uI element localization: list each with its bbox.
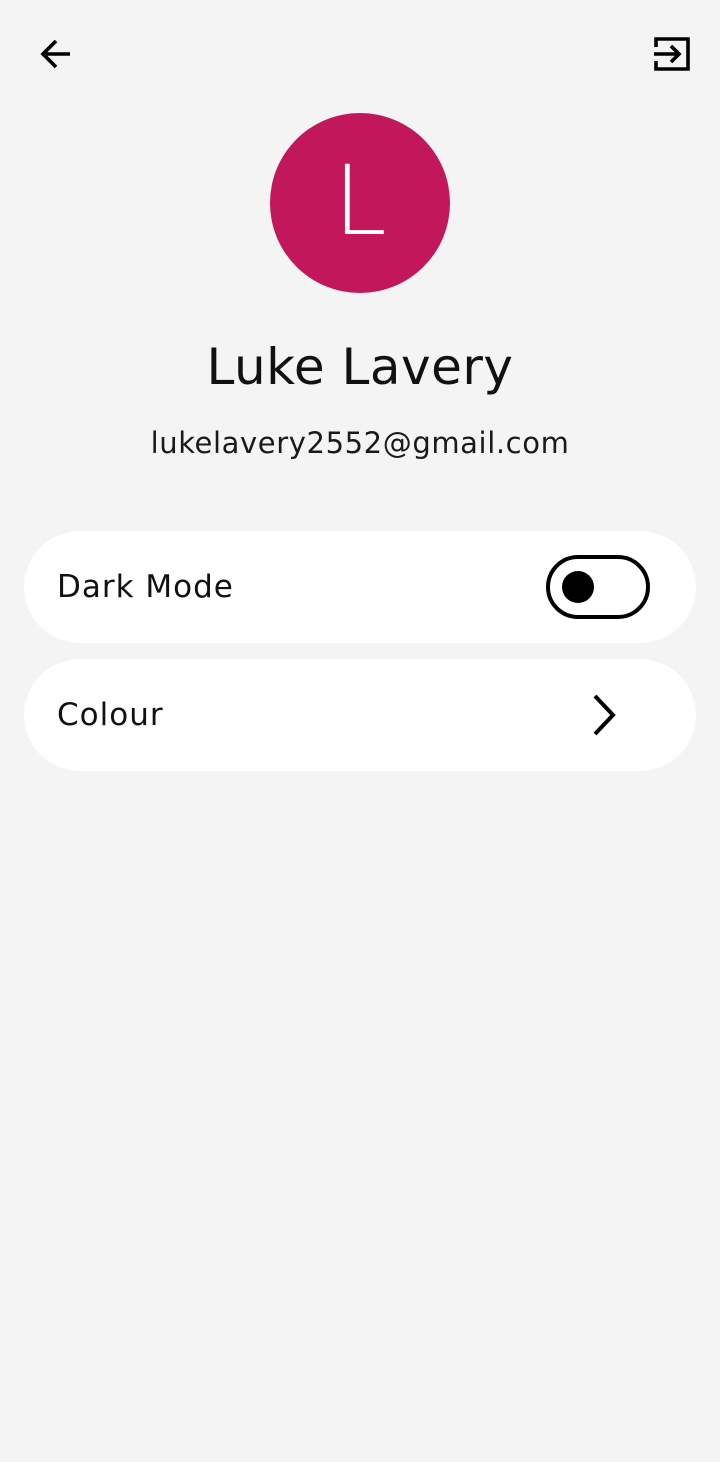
arrow-left-icon [36,34,76,79]
profile-name: Luke Lavery [206,338,514,396]
back-button[interactable] [28,28,84,84]
dark-mode-label: Dark Mode [57,569,234,605]
avatar: L [270,113,450,293]
colour-label: Colour [57,697,164,733]
profile-email: lukelavery2552@gmail.com [150,426,570,460]
toggle-knob [562,571,594,603]
logout-button[interactable] [644,28,700,84]
chevron-right-icon [584,693,628,737]
avatar-initial: L [333,145,387,257]
dark-mode-row: Dark Mode [24,531,696,643]
logout-icon [652,34,692,79]
colour-row[interactable]: Colour [24,659,696,771]
dark-mode-toggle[interactable] [546,555,650,619]
